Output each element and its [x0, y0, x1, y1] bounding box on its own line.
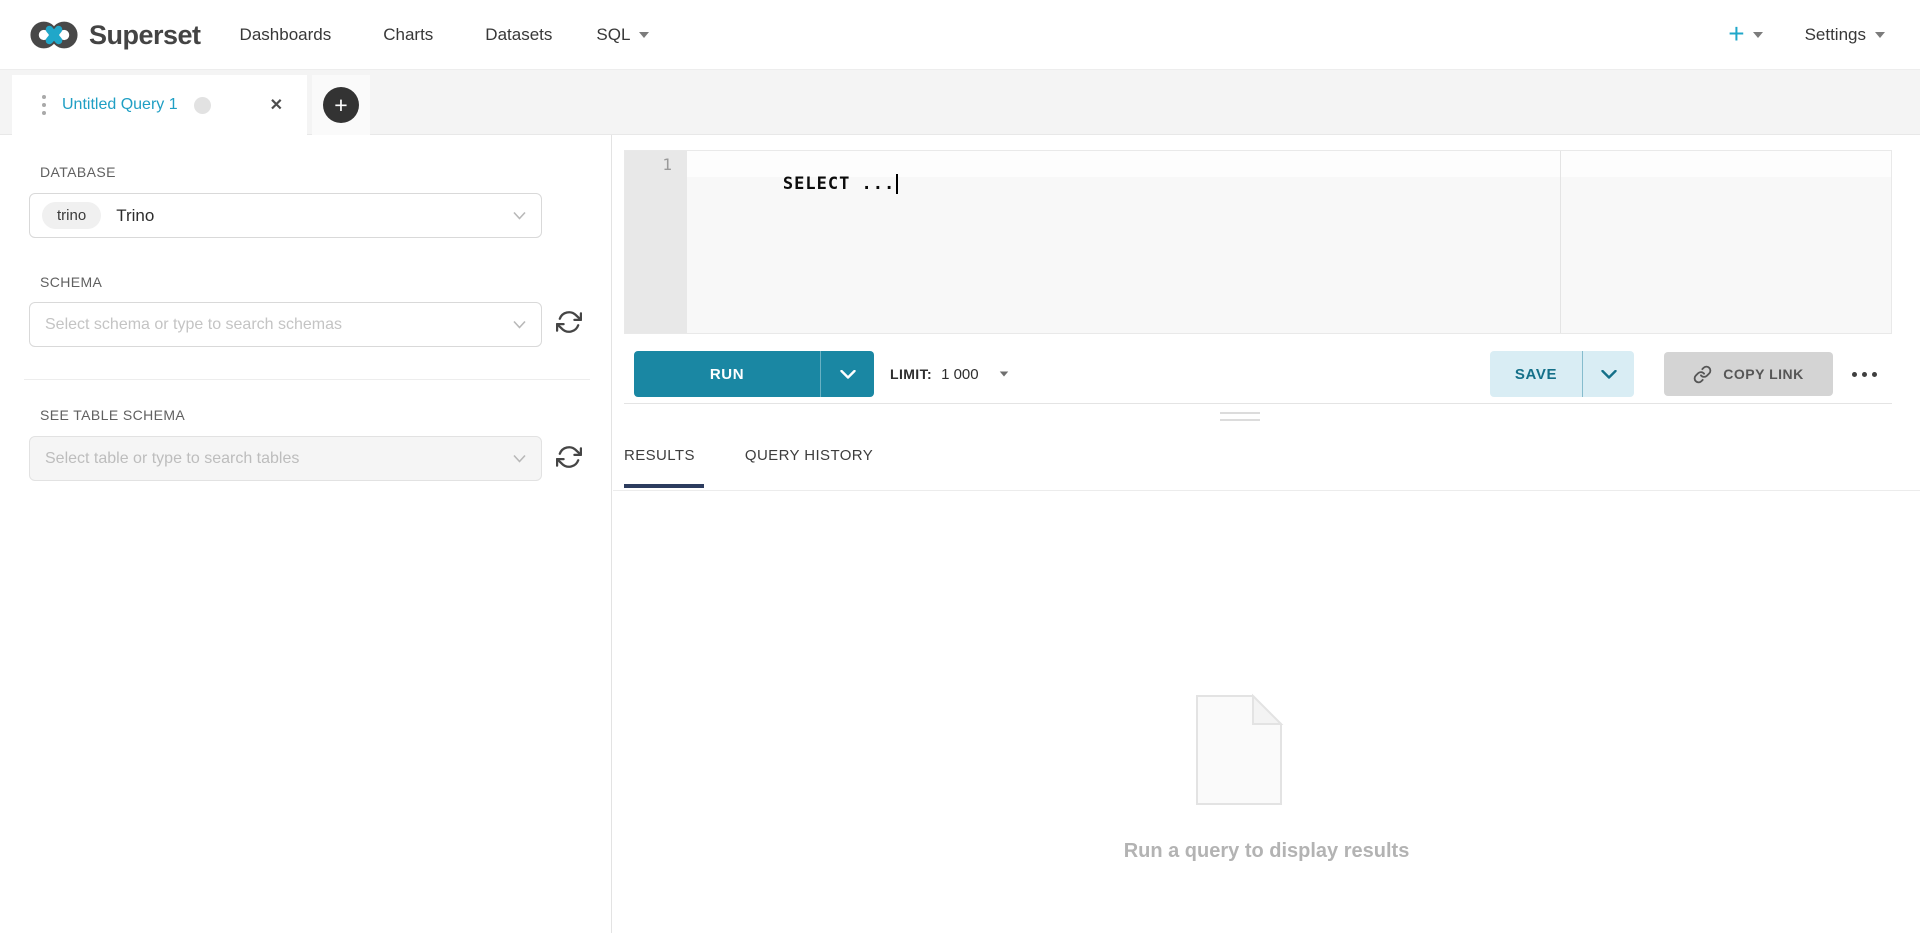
code-text: SELECT ...: [783, 174, 895, 194]
settings-label: Settings: [1805, 25, 1866, 45]
editor-gutter: 1: [625, 151, 687, 333]
empty-results-message: Run a query to display results: [613, 840, 1920, 863]
table-select-input[interactable]: [45, 450, 485, 468]
query-status-dot: [194, 97, 211, 114]
plus-circle-icon: +: [323, 87, 359, 123]
tab-drag-handle-icon[interactable]: [42, 95, 46, 115]
save-options-button[interactable]: [1583, 370, 1634, 379]
editor-code-area[interactable]: SELECT ...: [687, 151, 1891, 333]
sql-editor: 1 SELECT ...: [624, 150, 1892, 334]
chevron-down-icon: [513, 320, 526, 329]
run-options-button[interactable]: [821, 370, 874, 379]
schema-select[interactable]: [29, 302, 542, 347]
sql-lab-sidebar: [0, 135, 612, 933]
database-label: DATABASE: [40, 164, 116, 180]
ellipsis-icon: [1852, 372, 1857, 377]
limit-dropdown[interactable]: LIMIT: 1 000: [890, 351, 1009, 397]
pane-resize-handle[interactable]: [1220, 412, 1260, 424]
copy-link-label: COPY LINK: [1723, 366, 1803, 382]
refresh-tables-button[interactable]: [553, 441, 585, 473]
chevron-down-icon: [840, 370, 856, 379]
tab-title: Untitled Query 1: [62, 96, 178, 114]
caret-down-icon: [999, 371, 1008, 376]
toolbar-divider: [624, 403, 1892, 404]
nav-item-dashboards[interactable]: Dashboards: [240, 25, 332, 45]
database-value: Trino: [116, 206, 154, 226]
refresh-icon: [556, 309, 582, 335]
schema-select-input[interactable]: [45, 316, 485, 334]
table-schema-label: SEE TABLE SCHEMA: [40, 407, 185, 423]
superset-logo-icon: [30, 20, 78, 50]
results-tabs-divider: [613, 490, 1920, 491]
run-button[interactable]: RUN: [634, 351, 874, 397]
settings-menu[interactable]: Settings: [1805, 25, 1885, 45]
refresh-icon: [556, 444, 582, 470]
run-label: RUN: [634, 366, 820, 383]
new-query-tab-button[interactable]: +: [312, 75, 370, 135]
line-number: 1: [662, 155, 672, 174]
sidebar-divider: [24, 379, 590, 380]
main-nav: Dashboards Charts Datasets: [240, 25, 553, 45]
save-button[interactable]: SAVE: [1490, 351, 1634, 397]
save-label: SAVE: [1490, 366, 1582, 383]
copy-link-button[interactable]: COPY LINK: [1664, 352, 1833, 396]
refresh-schemas-button[interactable]: [553, 306, 585, 338]
navbar-right: + Settings: [1728, 23, 1885, 48]
active-tab-underline: [624, 484, 704, 488]
chevron-down-icon: [513, 454, 526, 463]
nav-item-datasets[interactable]: Datasets: [485, 25, 552, 45]
limit-label: LIMIT:: [890, 366, 932, 382]
superset-brand[interactable]: Superset: [30, 20, 201, 51]
sql-lab-page: Superset Dashboards Charts Datasets SQL …: [0, 0, 1920, 933]
nav-item-sql[interactable]: SQL: [596, 25, 649, 45]
text-cursor: [896, 174, 898, 194]
schema-label: SCHEMA: [40, 274, 102, 290]
tab-results[interactable]: RESULTS: [624, 447, 695, 464]
nav-item-charts[interactable]: Charts: [383, 25, 433, 45]
limit-value: 1 000: [941, 366, 979, 383]
chevron-down-icon: [1601, 370, 1617, 379]
caret-down-icon: [1875, 32, 1885, 38]
nav-sql-label: SQL: [596, 25, 630, 45]
database-select[interactable]: trino Trino: [29, 193, 542, 238]
database-badge: trino: [42, 202, 101, 229]
plus-icon: +: [1728, 20, 1744, 48]
tab-query-history[interactable]: QUERY HISTORY: [745, 447, 873, 464]
tab-untitled-query[interactable]: Untitled Query 1 ✕: [12, 75, 307, 135]
table-select[interactable]: [29, 436, 542, 481]
results-tabs: RESULTS QUERY HISTORY: [624, 447, 873, 464]
caret-down-icon: [639, 32, 649, 38]
close-icon[interactable]: ✕: [270, 95, 283, 115]
chevron-down-icon: [513, 211, 526, 220]
top-navbar: Superset Dashboards Charts Datasets SQL …: [0, 0, 1920, 70]
caret-down-icon: [1753, 32, 1763, 38]
new-item-menu[interactable]: +: [1728, 23, 1762, 48]
brand-title: Superset: [89, 20, 201, 51]
link-icon: [1693, 365, 1712, 384]
more-actions-button[interactable]: [1852, 351, 1877, 397]
empty-file-icon: [1191, 692, 1287, 813]
